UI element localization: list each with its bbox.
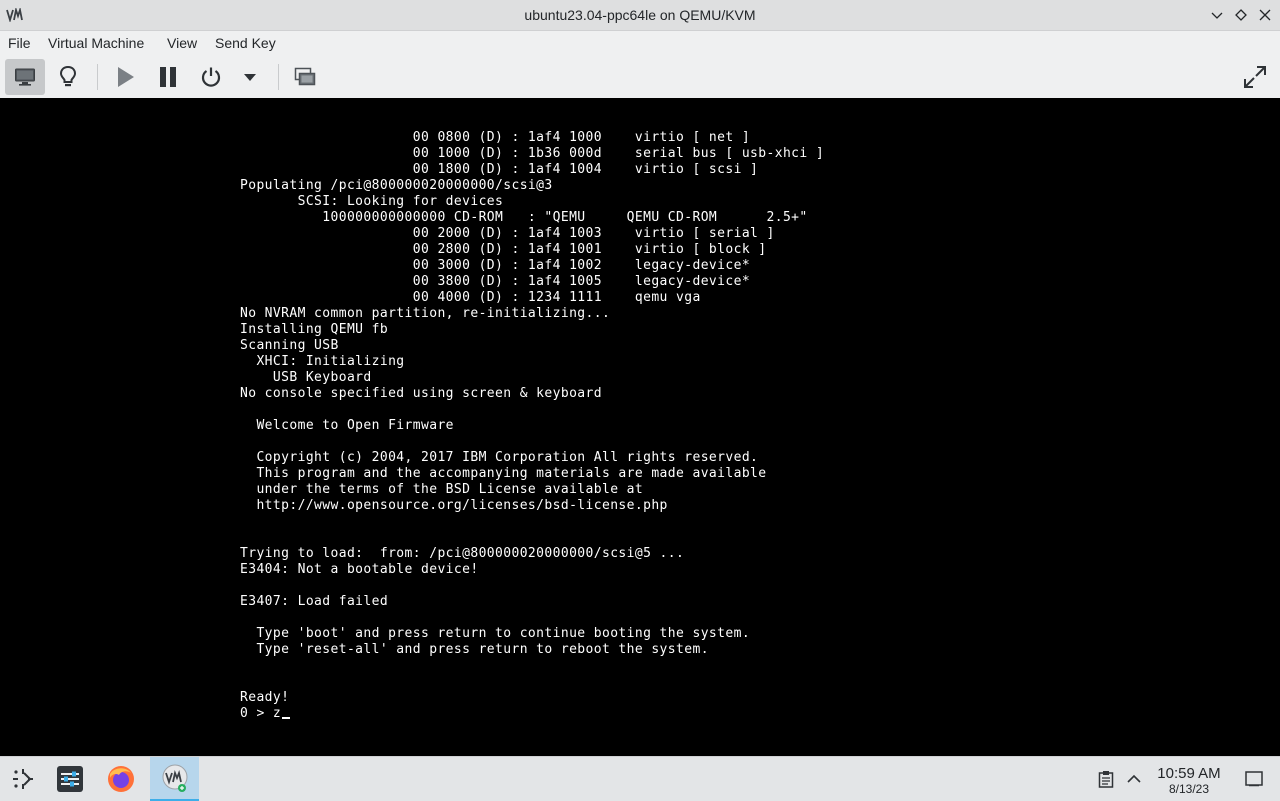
text-cursor [282,717,291,719]
console-line: Welcome to Open Firmware [240,418,454,433]
system-settings-icon[interactable] [47,757,93,801]
console-line: This program and the accompanying materi… [240,466,767,481]
show-desktop-icon[interactable] [1244,769,1264,789]
console-prompt-line: 0 > z [240,706,824,722]
virt-manager-icon[interactable] [150,757,199,801]
console-line: 00 3000 (D) : 1af4 1002 legacy-device* [240,258,751,273]
minimize-icon[interactable] [1208,6,1226,24]
console-line: USB Keyboard [240,370,372,385]
window-title: ubuntu23.04-ppc64le on QEMU/KVM [524,7,756,23]
clock-date: 8/13/23 [1168,782,1210,796]
toolbar-separator [278,64,279,90]
console-line: XHCI: Initializing [240,354,405,369]
console-line: E3407: Load failed [240,594,389,609]
app-launcher-icon[interactable] [0,757,46,801]
console-line: under the terms of the BSD License avail… [240,482,644,497]
system-clock[interactable]: 10:59 AM 8/13/23 [1148,765,1230,796]
console-line: E3404: Not a bootable device! [240,562,479,577]
console-line: Scanning USB [240,338,339,353]
console-line: Type 'reset-all' and press return to reb… [240,642,709,657]
console-line: http://www.opensource.org/licenses/bsd-l… [240,498,668,513]
console-line: Trying to load: from: /pci@8000000200000… [240,546,685,561]
toolbar-separator [97,64,98,90]
console-line: 00 4000 (D) : 1234 1111 qemu vga [240,290,701,305]
toolbar [0,56,1280,98]
console-line: Ready! [240,690,290,705]
pause-icon[interactable] [148,59,188,95]
console-line: No console specified using screen & keyb… [240,386,602,401]
menu-virtual-machine[interactable]: Virtual Machine [48,31,144,56]
console-line: 00 2000 (D) : 1af4 1003 virtio [ serial … [240,226,775,241]
window-titlebar: ubuntu23.04-ppc64le on QEMU/KVM [0,0,1280,31]
console-line: 00 0800 (D) : 1af4 1000 virtio [ net ] [240,130,751,145]
console-monitor-icon[interactable] [5,59,45,95]
chevron-up-icon[interactable] [1124,769,1144,789]
console-line: 00 1000 (D) : 1b36 000d serial bus [ usb… [240,146,825,161]
maximize-icon[interactable] [1232,6,1250,24]
console-line: Type 'boot' and press return to continue… [240,626,751,641]
menu-view[interactable]: View [167,31,197,56]
console-line: Installing QEMU fb [240,322,389,337]
menu-file[interactable]: File [8,31,31,56]
clock-time: 10:59 AM [1157,765,1221,782]
details-lightbulb-icon[interactable] [48,59,88,95]
console-line: No NVRAM common partition, re-initializi… [240,306,611,321]
close-icon[interactable] [1256,6,1274,24]
console-line: 00 3800 (D) : 1af4 1005 legacy-device* [240,274,751,289]
firefox-icon[interactable] [98,757,144,801]
menubar: File Virtual Machine View Send Key [0,31,1280,56]
menu-send-key[interactable]: Send Key [215,31,276,56]
run-play-icon[interactable] [105,59,145,95]
console-line: 00 2800 (D) : 1af4 1001 virtio [ block ] [240,242,767,257]
power-icon[interactable] [191,59,231,95]
taskbar: 10:59 AM 8/13/23 [0,756,1280,801]
chevron-down-icon[interactable] [230,59,270,95]
fullscreen-icon[interactable] [1235,59,1275,95]
console-line: SCSI: Looking for devices [240,194,504,209]
clipboard-icon[interactable] [1096,769,1116,789]
console-line: 100000000000000 CD-ROM : "QEMU QEMU CD-R… [240,210,808,225]
console-line: Copyright (c) 2004, 2017 IBM Corporation… [240,450,759,465]
console-prompt: 0 > z [240,706,282,721]
console-line: Populating /pci@800000020000000/scsi@3 [240,178,553,193]
vm-console-display[interactable]: 00 0800 (D) : 1af4 1000 virtio [ net ] 0… [0,98,1280,756]
console-output: 00 0800 (D) : 1af4 1000 virtio [ net ] 0… [240,130,824,722]
console-line: 00 1800 (D) : 1af4 1004 virtio [ scsi ] [240,162,759,177]
snapshots-icon[interactable] [285,59,325,95]
